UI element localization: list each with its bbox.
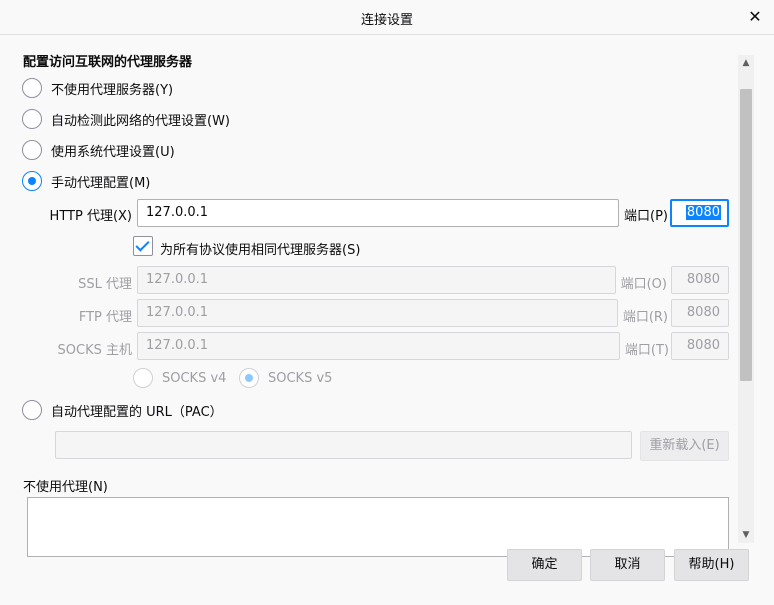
scroll-thumb[interactable] (740, 89, 752, 381)
ftp-proxy-input[interactable]: 127.0.0.1 (137, 299, 618, 327)
radio-label: 自动代理配置的 URL（PAC） (51, 404, 223, 420)
ftp-proxy-label: FTP 代理 (78, 310, 132, 325)
socks-port-input[interactable]: 8080 (671, 332, 729, 360)
scroll-up-icon[interactable]: ▲ (738, 55, 754, 71)
radio-button[interactable] (133, 368, 153, 388)
same-proxy-label: 为所有协议使用相同代理服务器(S) (160, 243, 361, 258)
radio-button[interactable] (22, 400, 42, 420)
radio-label: SOCKS v5 (268, 370, 333, 386)
proxy-settings-panel: 配置访问互联网的代理服务器 不使用代理服务器(Y) 自动检测此网络的代理设置(W… (0, 35, 738, 543)
radio-socks-v4[interactable]: SOCKS v4 (133, 367, 226, 389)
radio-label: 自动检测此网络的代理设置(W) (51, 113, 230, 129)
ssl-proxy-input[interactable]: 127.0.0.1 (137, 266, 616, 294)
radio-button[interactable] (22, 78, 42, 98)
scroll-down-icon[interactable]: ▼ (738, 527, 754, 543)
radio-socks-v5[interactable]: SOCKS v5 (239, 367, 332, 389)
socks-host-input[interactable]: 127.0.0.1 (137, 332, 620, 360)
radio-pac[interactable]: 自动代理配置的 URL（PAC） (22, 399, 223, 421)
no-proxy-label: 不使用代理(N) (23, 480, 108, 495)
radio-label: 手动代理配置(M) (51, 175, 151, 191)
radio-label: 不使用代理服务器(Y) (51, 82, 174, 98)
ok-button[interactable]: 确定 (507, 549, 582, 581)
help-button[interactable]: 帮助(H) (674, 549, 749, 581)
http-port-input[interactable]: 8080 (670, 199, 729, 227)
http-proxy-input[interactable]: 127.0.0.1 (137, 199, 619, 227)
radio-button[interactable] (22, 140, 42, 160)
http-port-value: 8080 (685, 205, 721, 220)
ssl-proxy-label: SSL 代理 (78, 277, 132, 292)
radio-system-proxy[interactable]: 使用系统代理设置(U) (22, 139, 175, 161)
radio-manual-proxy[interactable]: 手动代理配置(M) (22, 170, 150, 192)
ftp-port-input[interactable]: 8080 (671, 299, 729, 327)
radio-label: 使用系统代理设置(U) (51, 144, 175, 160)
ftp-port-label: 端口(R) (622, 310, 668, 325)
vertical-scrollbar[interactable]: ▲ ▼ (738, 55, 754, 543)
radio-button[interactable] (22, 109, 42, 129)
ssl-port-label: 端口(O) (620, 277, 667, 292)
ssl-port-input[interactable]: 8080 (671, 266, 729, 294)
dialog-titlebar: 连接设置 ✕ (0, 0, 774, 35)
http-port-label: 端口(P) (624, 209, 668, 224)
radio-no-proxy[interactable]: 不使用代理服务器(Y) (22, 77, 173, 99)
dialog-title: 连接设置 (360, 13, 413, 28)
same-proxy-checkbox[interactable] (133, 236, 153, 256)
section-title: 配置访问互联网的代理服务器 (23, 55, 193, 70)
http-proxy-label: HTTP 代理(X) (49, 209, 132, 224)
cancel-button[interactable]: 取消 (590, 549, 665, 581)
radio-auto-detect[interactable]: 自动检测此网络的代理设置(W) (22, 108, 230, 130)
reload-button[interactable]: 重新载入(E) (640, 431, 729, 461)
no-proxy-textarea[interactable] (27, 497, 729, 557)
pac-url-input[interactable] (55, 431, 632, 459)
socks-host-label: SOCKS 主机 (57, 343, 132, 358)
radio-label: SOCKS v4 (162, 370, 227, 386)
socks-port-label: 端口(T) (624, 343, 669, 358)
checkmark-icon (135, 237, 150, 252)
radio-button[interactable] (239, 368, 259, 388)
radio-button[interactable] (22, 171, 42, 191)
close-icon[interactable]: ✕ (744, 6, 766, 28)
